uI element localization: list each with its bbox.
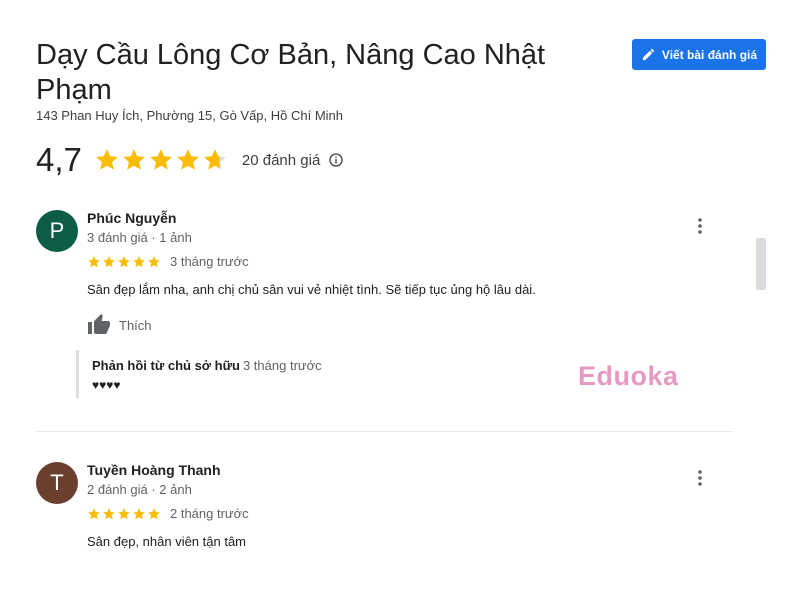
reviewer-meta: 3 đánh giá · 1 ảnh: [87, 230, 192, 245]
star-icon: [103, 255, 115, 267]
like-button[interactable]: Thích: [87, 313, 152, 337]
owner-reply-time: 3 tháng trước: [242, 358, 322, 373]
review-stars: [87, 507, 161, 521]
review-text: Sân đẹp lắm nha, anh chị chủ sân vui vẻ …: [87, 282, 536, 297]
star-icon: [133, 507, 145, 519]
star-icon: [123, 149, 145, 170]
thumb-up-icon: [88, 314, 110, 334]
rating-summary: 4,7 20 đánh giá: [36, 140, 344, 180]
review-text: Sân đẹp, nhân viên tận tâm: [87, 534, 247, 549]
review-rating: 2 tháng trước: [87, 506, 249, 521]
avatar[interactable]: P: [36, 210, 78, 252]
owner-reply-text: ♥♥♥♥: [92, 378, 121, 392]
place-title: Dạy Cầu Lông Cơ Bản, Nâng Cao Nhật Phạm: [36, 39, 546, 106]
star-icon: [96, 149, 118, 170]
owner-reply: Phản hồi từ chủ sở hữu 3 tháng trước ♥♥♥♥: [76, 350, 379, 398]
review-time: 2 tháng trước: [170, 506, 249, 521]
star-icon: [88, 507, 100, 519]
average-rating: 4,7: [36, 141, 82, 178]
write-review-label: Viết bài đánh giá: [661, 47, 758, 62]
owner-reply-header: Phản hồi từ chủ sở hữu 3 tháng trước: [92, 358, 322, 373]
star-icon: [133, 255, 145, 267]
star-icon: [177, 149, 199, 170]
star-icon: [103, 507, 115, 519]
more-vert-icon[interactable]: [692, 468, 708, 488]
star-icon: [148, 255, 160, 267]
star-icon: [204, 149, 226, 170]
rating-stars: [94, 147, 228, 173]
more-vert-icon[interactable]: [692, 216, 708, 236]
owner-reply-label: Phản hồi từ chủ sở hữu: [92, 358, 240, 373]
star-icon: [148, 507, 160, 519]
star-icon: [118, 255, 130, 267]
like-label: Thích: [119, 317, 152, 333]
pencil-icon: [642, 48, 655, 61]
avatar[interactable]: T: [36, 462, 78, 504]
star-icon: [118, 507, 130, 519]
reviewer-name[interactable]: Phúc Nguyễn: [87, 210, 176, 226]
review-time: 3 tháng trước: [170, 254, 249, 269]
reviewer-name[interactable]: Tuyền Hoàng Thanh: [87, 462, 221, 478]
star-icon: [150, 149, 172, 170]
reviewer-meta: 2 đánh giá · 2 ảnh: [87, 482, 192, 497]
review-rating: 3 tháng trước: [87, 254, 249, 269]
review-stars: [87, 255, 161, 269]
info-icon[interactable]: [328, 152, 344, 168]
review-count: 20 đánh giá: [241, 151, 321, 169]
star-icon: [88, 255, 100, 267]
review-divider: [36, 431, 734, 432]
watermark-logo: Eduoka: [578, 361, 679, 391]
scrollbar-thumb[interactable]: [756, 238, 766, 290]
place-address: 143 Phan Huy Ích, Phường 15, Gò Vấp, Hồ …: [36, 108, 344, 123]
write-review-button[interactable]: Viết bài đánh giá: [632, 39, 766, 70]
